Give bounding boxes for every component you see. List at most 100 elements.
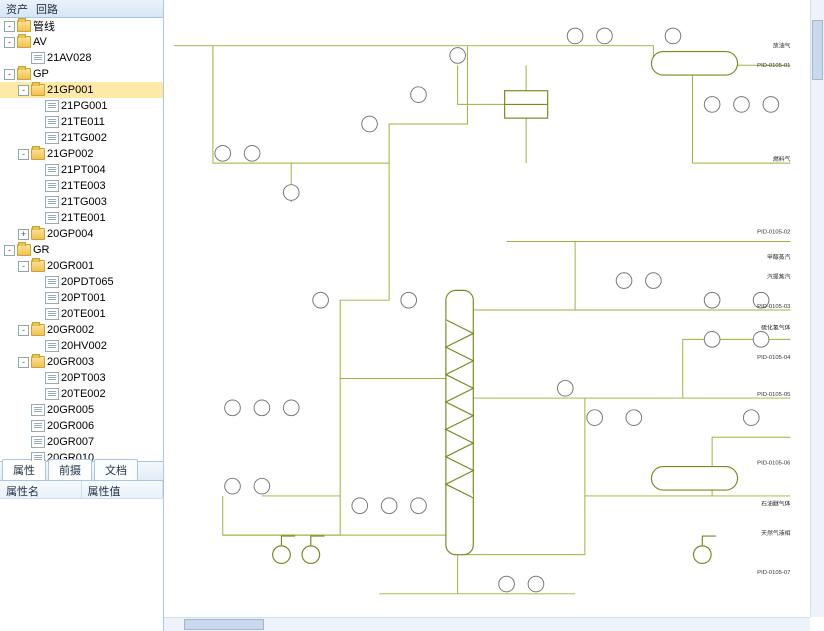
tree-node-label: 20GP004 <box>47 228 93 240</box>
tree-node[interactable]: 20HV002 <box>0 338 163 354</box>
toggle-spacer <box>32 373 43 384</box>
tree-node[interactable]: 21TG002 <box>0 130 163 146</box>
tab-document[interactable]: 文档 <box>94 459 138 480</box>
tree-node[interactable]: 21TE011 <box>0 114 163 130</box>
file-icon <box>45 100 59 112</box>
tree-node-label: 管线 <box>33 18 55 34</box>
vessel-bottom <box>651 467 737 490</box>
col-property-value[interactable]: 属性值 <box>82 481 164 498</box>
scrollbar-thumb[interactable] <box>184 619 264 630</box>
file-icon <box>31 452 45 461</box>
tree-node-label: 20GR007 <box>47 436 94 448</box>
tree-node-label: 20TE001 <box>61 308 106 320</box>
tree-node[interactable]: 20PDT065 <box>0 274 163 290</box>
file-icon <box>45 340 59 352</box>
tab-properties[interactable]: 属性 <box>2 459 46 480</box>
asset-tree[interactable]: -管线-AV21AV028-GP-21GP00121PG00121TE01121… <box>0 18 163 461</box>
folder-icon <box>31 148 45 160</box>
tree-node[interactable]: 20PT001 <box>0 290 163 306</box>
tree-node[interactable]: 21TG003 <box>0 194 163 210</box>
heat-exchanger <box>505 91 548 118</box>
tree-node-label: GR <box>33 244 50 256</box>
tree-node[interactable]: - GR <box>0 242 163 258</box>
collapse-icon[interactable]: - <box>18 325 29 336</box>
file-icon <box>45 308 59 320</box>
tree-node-label: AV <box>33 36 47 48</box>
tree-node[interactable]: -21GP001 <box>0 82 163 98</box>
pid-canvas[interactable]: 放油气 燃料气 甲醇蒸汽 汽提蒸汽 硫化氢气体 石油醚气体 天然气液相 PID-… <box>164 0 824 631</box>
tree-node[interactable]: 21AV028 <box>0 50 163 66</box>
tree-node[interactable]: 20PT003 <box>0 370 163 386</box>
tree-node[interactable]: 21PT004 <box>0 162 163 178</box>
svg-text:PID-0105-06: PID-0105-06 <box>757 461 790 467</box>
toggle-spacer <box>32 197 43 208</box>
collapse-icon[interactable]: - <box>4 245 15 256</box>
svg-text:甲醇蒸汽: 甲醇蒸汽 <box>767 253 791 261</box>
line-tags: PID-0105-01 PID-0105-02 PID-0105-03 PID-… <box>757 63 791 576</box>
svg-text:PID-0105-07: PID-0105-07 <box>757 570 790 576</box>
scrollbar-thumb[interactable] <box>812 20 823 80</box>
file-icon <box>45 180 59 192</box>
collapse-icon[interactable]: - <box>4 69 15 80</box>
menu-bar: 资产 回路 <box>0 0 163 18</box>
tree-node-label: GP <box>33 68 49 80</box>
folder-icon <box>31 228 45 240</box>
canvas-scrollbar-vertical[interactable] <box>810 0 824 617</box>
toggle-spacer <box>32 213 43 224</box>
collapse-icon[interactable]: - <box>18 85 29 96</box>
collapse-icon[interactable]: - <box>4 21 15 32</box>
toggle-spacer <box>32 117 43 128</box>
tree-node[interactable]: 20GR007 <box>0 434 163 450</box>
tree-node[interactable]: 20TE002 <box>0 386 163 402</box>
toggle-spacer <box>32 165 43 176</box>
file-icon <box>45 372 59 384</box>
toggle-spacer <box>32 277 43 288</box>
collapse-icon[interactable]: - <box>18 261 29 272</box>
expand-icon[interactable]: + <box>18 229 29 240</box>
folder-icon <box>31 324 45 336</box>
tree-node-label: 20PT001 <box>61 292 106 304</box>
tree-node[interactable]: - 管线 <box>0 18 163 34</box>
file-icon <box>45 276 59 288</box>
svg-text:PID-0105-02: PID-0105-02 <box>757 230 790 236</box>
svg-text:硫化氢气体: 硫化氢气体 <box>761 324 790 332</box>
svg-text:石油醚气体: 石油醚气体 <box>761 500 790 508</box>
svg-text:汽提蒸汽: 汽提蒸汽 <box>767 273 791 281</box>
tree-node[interactable]: 20TE001 <box>0 306 163 322</box>
menu-item-loop[interactable]: 回路 <box>36 1 58 17</box>
menu-item-asset[interactable]: 资产 <box>6 1 28 17</box>
file-icon <box>45 196 59 208</box>
canvas-scrollbar-horizontal[interactable] <box>164 617 810 631</box>
tree-node-label: 20PT003 <box>61 372 106 384</box>
vessel-top <box>651 52 737 75</box>
tree-node[interactable]: -20GR001 <box>0 258 163 274</box>
sidebar: 资产 回路 -管线-AV21AV028-GP-21GP00121PG00121T… <box>0 0 164 631</box>
property-tabs: 属性 前摄 文档 <box>0 461 163 481</box>
tree-node[interactable]: 20GR006 <box>0 418 163 434</box>
tree-node-label: 21PG001 <box>61 100 107 112</box>
property-header: 属性名 属性值 <box>0 481 163 499</box>
col-property-name[interactable]: 属性名 <box>0 481 82 498</box>
tree-node[interactable]: -20GR003 <box>0 354 163 370</box>
tree-node[interactable]: 21TE001 <box>0 210 163 226</box>
tree-node[interactable]: - AV <box>0 34 163 50</box>
toggle-spacer <box>32 341 43 352</box>
tab-preview[interactable]: 前摄 <box>48 459 92 480</box>
tree-node[interactable]: -20GR002 <box>0 322 163 338</box>
collapse-icon[interactable]: - <box>18 149 29 160</box>
collapse-icon[interactable]: - <box>18 357 29 368</box>
tree-node[interactable]: -21GP002 <box>0 146 163 162</box>
tree-node[interactable]: 21PG001 <box>0 98 163 114</box>
collapse-icon[interactable]: - <box>4 37 15 48</box>
tree-node[interactable]: - GP <box>0 66 163 82</box>
tree-node[interactable]: 20GR005 <box>0 402 163 418</box>
svg-text:PID-0105-01: PID-0105-01 <box>757 63 790 69</box>
tree-node[interactable]: 21TE003 <box>0 178 163 194</box>
tree-node-label: 21TE001 <box>61 212 106 224</box>
pid-diagram[interactable]: 放油气 燃料气 甲醇蒸汽 汽提蒸汽 硫化氢气体 石油醚气体 天然气液相 PID-… <box>164 0 810 617</box>
tree-node-label: 21TE003 <box>61 180 106 192</box>
toggle-spacer <box>18 53 29 64</box>
tree-node-label: 20GR006 <box>47 420 94 432</box>
toggle-spacer <box>18 405 29 416</box>
tree-node[interactable]: +20GP004 <box>0 226 163 242</box>
